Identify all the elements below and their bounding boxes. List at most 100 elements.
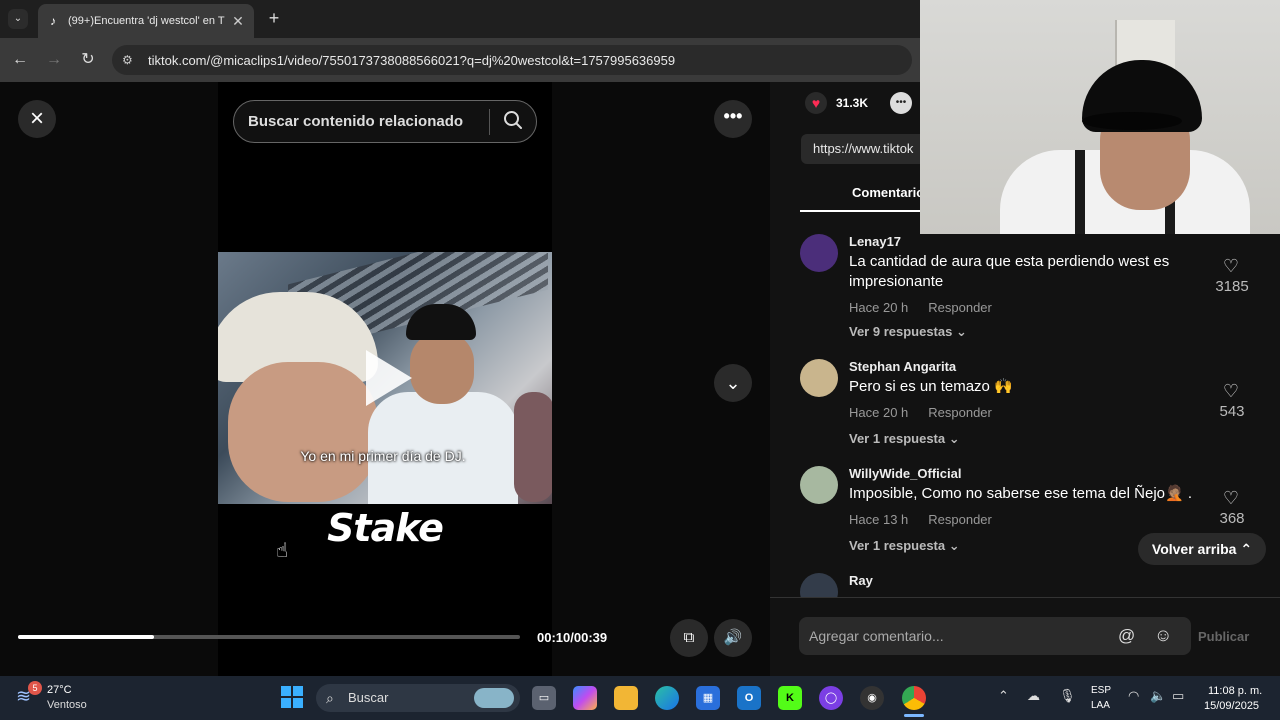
chevron-down-icon: ⌄ [948,538,960,553]
microphone-icon[interactable]: 🎙 [1059,688,1076,704]
play-icon[interactable] [366,350,412,406]
comment-username[interactable]: Ray [849,573,873,588]
like-count: 31.3K [836,96,869,110]
volume-button[interactable]: 🔊 [714,619,752,657]
url-text: tiktok.com/@micaclips1/video/75501737380… [148,52,676,68]
comment-username[interactable]: Stephan Angarita [849,359,956,374]
comment-like-count: 543 [1219,403,1245,420]
reply-link[interactable]: Responder [928,405,992,420]
chevron-down-icon: ⌄ [955,324,967,339]
taskbar-search-label: Buscar [348,690,389,705]
forward-arrow-icon[interactable]: → [44,50,64,70]
browser-tab[interactable]: ♪ (99+)Encuentra 'dj westcol' en T ✕ [38,4,254,38]
edge-icon[interactable] [655,686,679,710]
comment-like-icon[interactable]: ♡ [1220,381,1242,402]
comment-meta: Hace 20 h Responder [849,405,1012,420]
heart-icon[interactable]: ♥ [805,92,827,114]
chevron-down-icon: ⌄ [725,373,741,393]
site-settings-icon[interactable]: ⚙ [122,53,140,67]
app-circle-icon[interactable]: ◯ [819,686,843,710]
back-arrow-icon[interactable]: ← [10,50,30,70]
onedrive-cloud-icon[interactable]: ☁ [1027,688,1040,704]
close-icon: × [29,105,44,132]
windows-start-icon[interactable] [281,686,303,708]
outlook-icon[interactable]: O [737,686,761,710]
back-to-top-label: Volver arriba [1151,541,1237,557]
comment-like-icon[interactable]: ♡ [1220,488,1242,509]
tab-close-icon[interactable]: ✕ [230,13,246,30]
url-field[interactable]: ⚙ tiktok.com/@micaclips1/video/755017373… [112,45,912,75]
clock-date[interactable]: 15/09/2025 [1204,700,1259,712]
reply-link[interactable]: Responder [928,512,992,527]
search-icon: ⌕ [326,690,334,706]
chrome-icon[interactable] [902,686,926,710]
comment-text: La cantidad de aura que esta perdiendo w… [849,253,1170,290]
avatar[interactable] [800,359,838,397]
volume-icon[interactable]: 🔈 [1150,688,1166,704]
view-replies-link[interactable]: Ver 1 respuesta ⌄ [849,538,960,554]
search-placeholder: Buscar contenido relacionado [248,113,464,130]
input-language[interactable]: ESP [1091,685,1111,696]
close-viewer-button[interactable]: × [18,100,56,138]
tab-title: (99+)Encuentra 'dj westcol' en T [68,15,225,27]
progress-fill [18,635,154,639]
copilot-icon[interactable] [573,686,597,710]
wifi-icon[interactable]: ◠ [1128,688,1139,704]
hand-cursor-icon: ☝ [276,540,289,562]
picture-in-picture-button[interactable]: ⧉ [670,619,708,657]
comment-time: Hace 20 h [849,300,909,315]
view-replies-link[interactable]: Ver 1 respuesta ⌄ [849,431,960,447]
comment-bubble-icon[interactable]: ••• [890,92,912,114]
tab-active-underline [800,210,930,212]
comment-username[interactable]: WillyWide_Official [849,466,961,481]
related-search-input[interactable]: Buscar contenido relacionado [233,100,537,143]
avatar[interactable] [800,234,838,272]
kick-icon[interactable]: K [778,686,802,710]
tiktok-favicon-icon: ♪ [50,14,56,28]
back-to-top-button[interactable]: Volver arriba ⌃ [1138,533,1266,565]
battery-icon[interactable]: ▭ [1172,688,1184,704]
tab-list-chevron-icon[interactable]: ⌄ [8,9,28,29]
mention-icon[interactable]: @ [1118,626,1135,646]
publish-button[interactable]: Publicar [1198,629,1249,644]
taskbar [0,676,1280,720]
view-replies-link[interactable]: Ver 9 respuestas ⌄ [849,324,967,340]
avatar[interactable] [800,573,838,597]
comment-like-count: 3185 [1215,278,1249,295]
tray-chevron-up-icon[interactable]: ⌃ [998,688,1009,704]
task-view-icon[interactable]: ▭ [532,686,556,710]
store-icon[interactable]: ▦ [696,686,720,710]
chrome-active-indicator [904,714,924,717]
background-person [514,392,552,502]
new-tab-button[interactable]: + [264,9,284,29]
webcam-overlay [920,0,1280,234]
search-icon[interactable] [490,110,536,134]
obs-icon[interactable]: ◉ [860,686,884,710]
next-video-button[interactable]: ⌄ [714,364,752,402]
more-dots-icon: ••• [723,106,743,126]
person-face [228,362,378,502]
comment-username[interactable]: Lenay17 [849,234,901,249]
pip-icon: ⧉ [683,629,695,646]
comment-item: Ray [800,573,1260,597]
weather-condition[interactable]: Ventoso [47,699,87,711]
video-caption: Yo en mi primer día de DJ. [300,448,466,464]
file-explorer-icon[interactable] [614,686,638,710]
clock-time[interactable]: 11:08 p. m. [1208,685,1262,697]
comment-text: Pero si es un temazo 🙌 [849,378,1013,395]
emoji-icon[interactable]: ☺ [1154,625,1172,646]
taskbar-search[interactable]: ⌕ Buscar [316,684,520,712]
comment-item: Lenay17 La cantidad de aura que esta per… [800,234,1260,344]
keyboard-layout[interactable]: LAA [1091,700,1110,711]
view-replies-label: Ver 9 respuestas [849,324,953,339]
comment-item: Stephan Angarita Pero si es un temazo 🙌 … [800,359,1260,449]
reply-link[interactable]: Responder [928,300,992,315]
avatar[interactable] [800,466,838,504]
reload-icon[interactable]: ↻ [78,50,98,70]
double-chevron-up-icon: ⌃ [1240,541,1253,557]
comment-like-icon[interactable]: ♡ [1220,256,1242,277]
comment-time: Hace 20 h [849,405,909,420]
dj-face [410,332,474,404]
more-options-button[interactable]: ••• [714,100,752,138]
weather-temperature[interactable]: 27°C [47,684,72,696]
